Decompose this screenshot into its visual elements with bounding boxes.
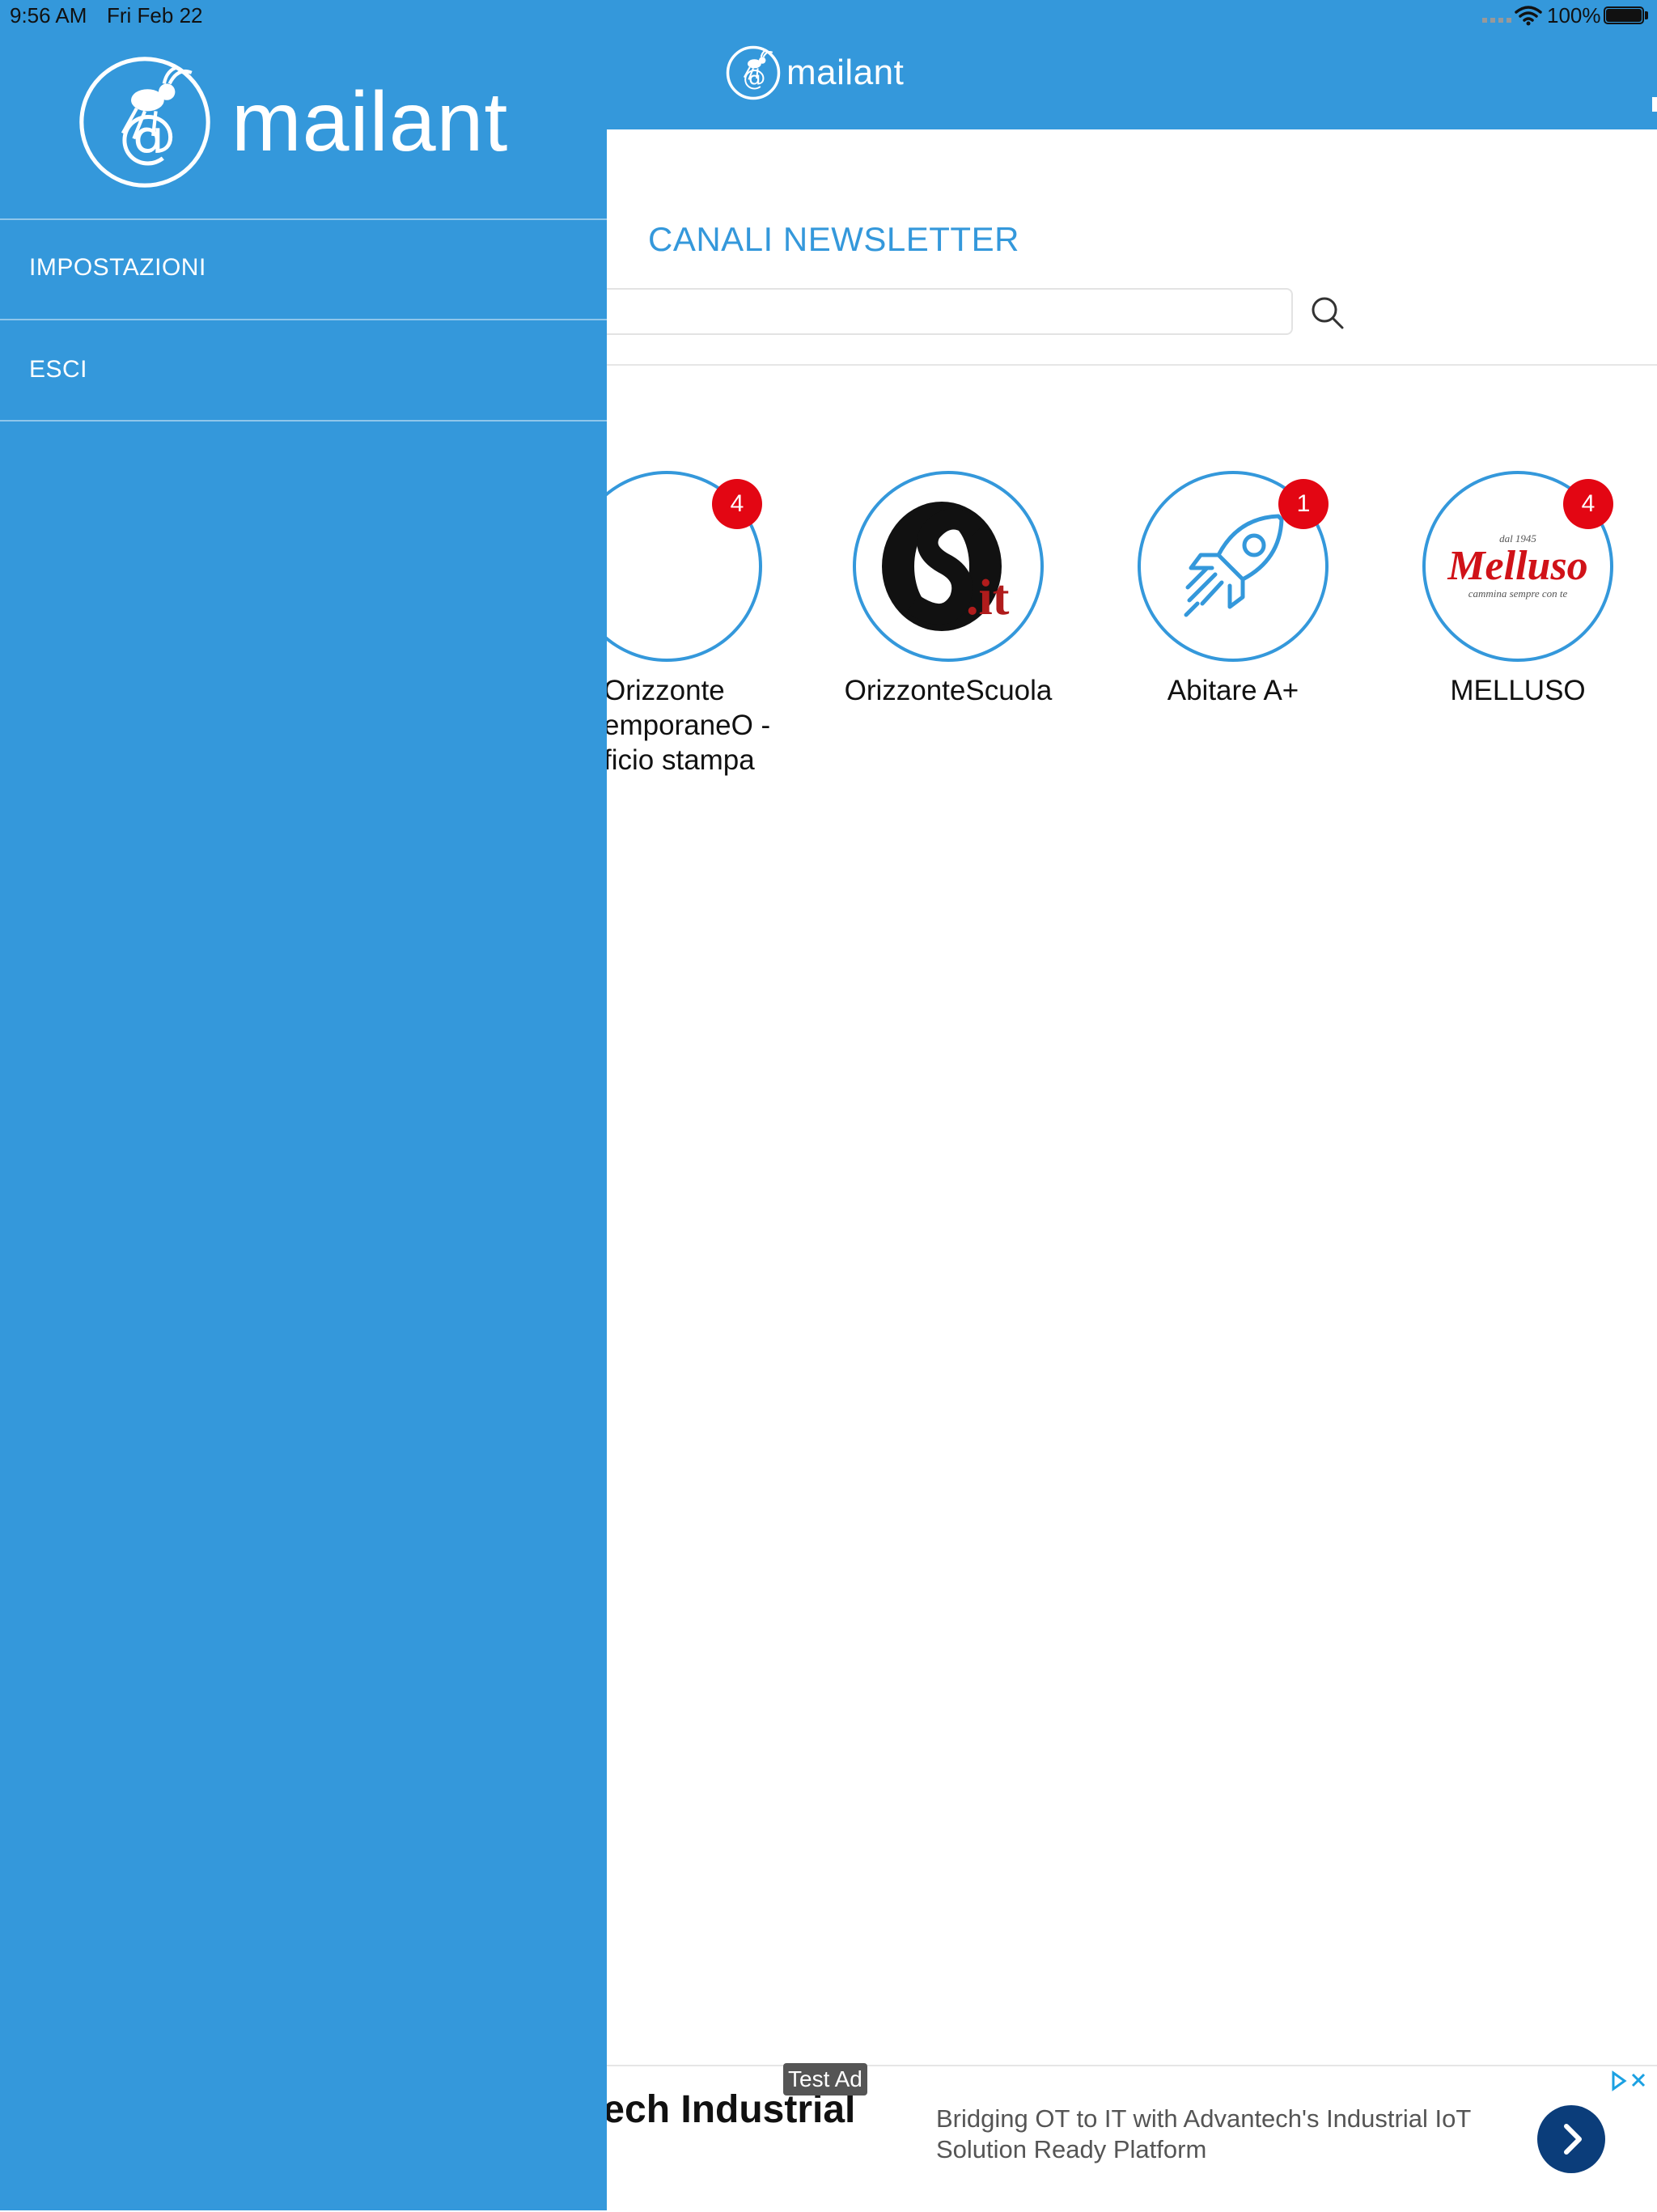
side-drawer: @ mailant IMPOSTAZIONI ESCI xyxy=(0,0,607,2210)
wifi-icon xyxy=(1515,6,1542,26)
logo-text-mail: mail xyxy=(231,75,389,169)
ad-body-text[interactable]: Bridging OT to IT with Advantech's Indus… xyxy=(936,2104,1519,2165)
chevron-right-icon xyxy=(1564,2124,1582,2155)
logo-text-mail: mail xyxy=(786,53,854,92)
logo-text-ant: ant xyxy=(853,53,905,92)
melluso-logo-wordmark: Melluso xyxy=(1447,543,1588,589)
cellular-signal-icon xyxy=(1482,18,1511,23)
ant-at-logo-icon: @ xyxy=(79,57,210,188)
drawer-divider xyxy=(0,420,607,422)
drawer-item-logout[interactable]: ESCI xyxy=(29,356,87,383)
svg-text:@: @ xyxy=(119,102,176,169)
status-time: 9:56 AM xyxy=(10,3,87,28)
drawer-logo-text: mailant xyxy=(231,80,508,164)
drawer-divider xyxy=(0,319,607,320)
section-divider xyxy=(607,364,1657,366)
header-logo: @ mailant xyxy=(725,40,904,105)
unread-badge: 1 xyxy=(1278,479,1329,529)
battery-percentage: 100% xyxy=(1547,3,1601,28)
drawer-divider xyxy=(0,218,607,220)
channel-name: Abitare A+ xyxy=(1167,675,1299,706)
battery-level-fill xyxy=(1606,9,1642,22)
orizzontescuola-logo-icon xyxy=(882,502,1002,631)
status-date: Fri Feb 22 xyxy=(107,3,203,28)
test-ad-label: Test Ad xyxy=(783,2063,867,2095)
search-input[interactable] xyxy=(566,288,1293,335)
ant-at-logo-icon: @ xyxy=(726,45,781,100)
channel-name: Orizzonte emporaneO - ficio stampa xyxy=(604,675,771,776)
ad-choices-icon[interactable] xyxy=(1610,2070,1649,2092)
battery-cap xyxy=(1645,11,1648,19)
search-icon[interactable] xyxy=(1309,295,1345,330)
orizzontescuola-logo-suffix: .it xyxy=(966,570,1010,625)
drawer-item-settings[interactable]: IMPOSTAZIONI xyxy=(29,254,206,282)
unread-badge: 4 xyxy=(712,479,762,529)
channel-avatar xyxy=(853,471,1044,662)
drawer-logo: @ mailant xyxy=(76,53,508,191)
offscreen-nav-button-edge[interactable] xyxy=(1652,97,1657,112)
header-logo-text: mailant xyxy=(786,53,904,93)
channel-name: MELLUSO xyxy=(1450,675,1586,706)
logo-text-ant: ant xyxy=(388,75,509,169)
melluso-logo-tagline: cammina sempre con te xyxy=(1468,587,1568,600)
channel-name: OrizzonteScuola xyxy=(844,675,1053,706)
ad-open-button[interactable] xyxy=(1537,2105,1605,2173)
page-title: CANALI NEWSLETTER xyxy=(648,220,1019,258)
unread-badge: 4 xyxy=(1563,479,1613,529)
